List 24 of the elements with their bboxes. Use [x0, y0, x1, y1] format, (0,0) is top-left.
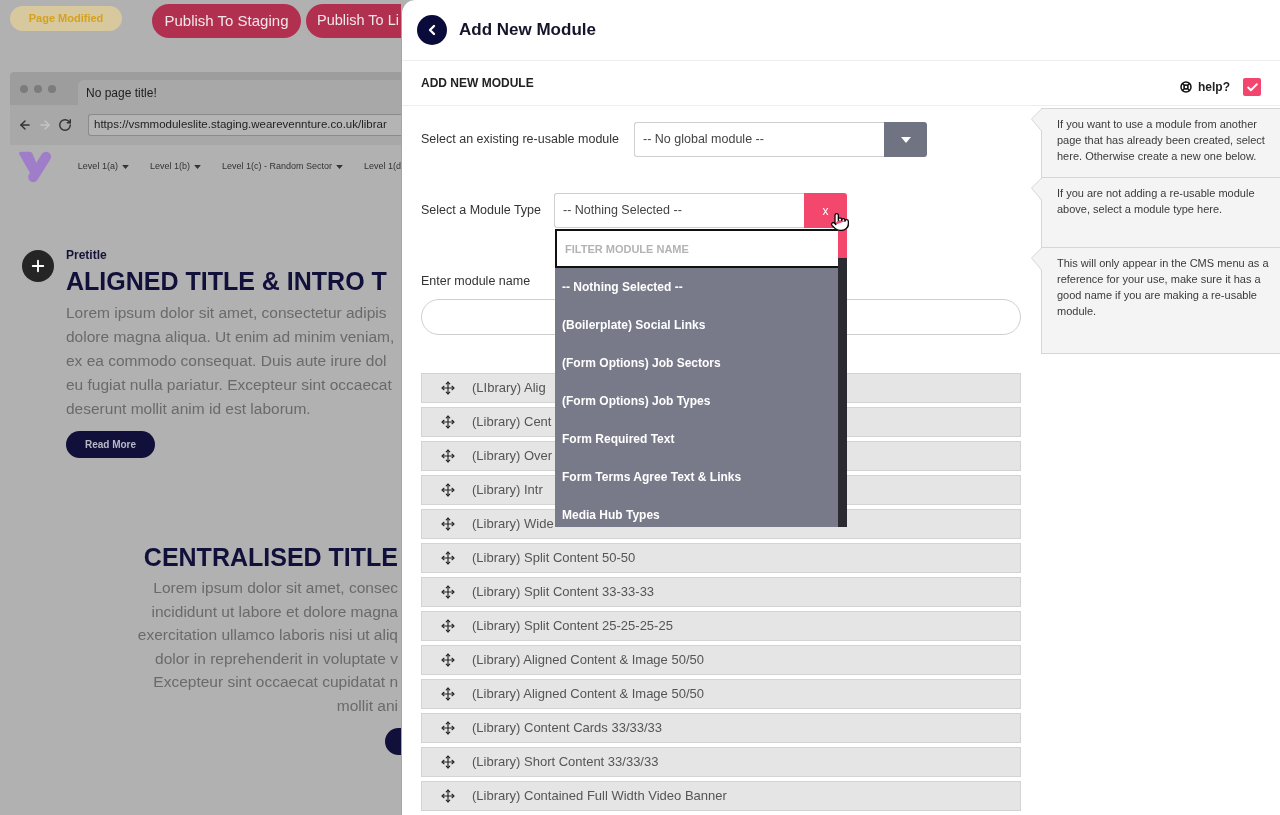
- body-text-line: mollit ani: [336, 695, 398, 716]
- section-title: CENTRALISED TITLE: [143, 542, 398, 573]
- body-text-line: dolor in reprehenderit in voluptate v: [155, 648, 398, 669]
- help-text: If you want to use a module from another page that has already been created, select here. Otherwise create a new one below.: [1057, 117, 1266, 164]
- body-text-line: eu fugiat nulla pariatur. Excepteur sint occaecat: [66, 375, 393, 395]
- help-label: help?: [1198, 79, 1230, 96]
- field-label: Select a Module Type: [421, 202, 542, 220]
- section-title: ALIGNED TITLE & INTRO T: [66, 266, 387, 297]
- body-text-line: dolore magna aliqua. Ut enim ad minim veniam,: [66, 327, 395, 347]
- body-text-line: exercitation ullamco laboris nisi ut aliq: [137, 625, 398, 645]
- section-heading: ADD NEW MODULE: [421, 75, 534, 92]
- body-text-line: Lorem ipsum dolor sit amet, consectetur adipis: [66, 303, 388, 323]
- body-text-line: incididunt ut labore et dolore magna: [151, 601, 398, 622]
- help-text: If you are not adding a re-usable module above, select a module type here.: [1057, 186, 1256, 217]
- body-text-line: ex ea commodo consequat. Duis aute irure dol: [66, 351, 388, 371]
- status-badge: Page Modified: [10, 6, 122, 31]
- field-label: Select an existing re-usable module: [421, 131, 621, 149]
- section-pretitle: Pretitle: [66, 247, 107, 264]
- body-text-line: Excepteur sint occaecat cupidatat n: [153, 672, 398, 692]
- body-text-line: Lorem ipsum dolor sit amet, consec: [153, 578, 398, 598]
- field-label: Enter module name: [421, 273, 531, 290]
- panel-title: Add New Module: [459, 19, 596, 42]
- help-text: This will only appear in the CMS menu as a reference for your use, make sure it has a good name if you are making a re-usable module.: [1057, 256, 1270, 319]
- body-text-line: deserunt mollit anim id est laborum.: [66, 399, 312, 419]
